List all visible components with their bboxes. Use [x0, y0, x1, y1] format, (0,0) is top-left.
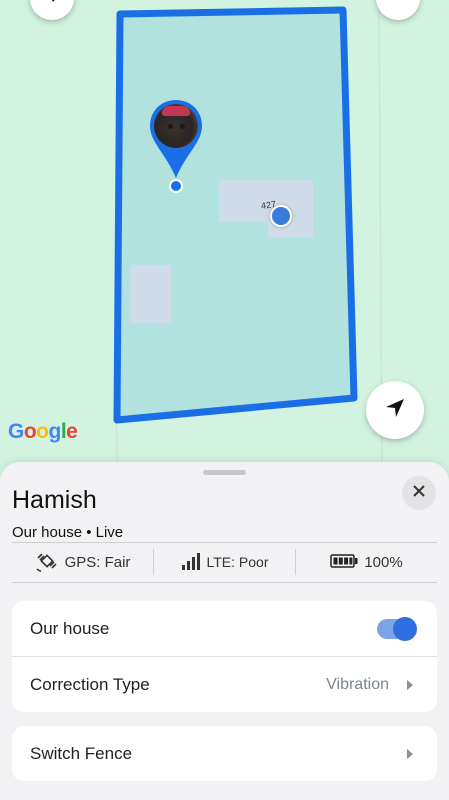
map-view[interactable]: 427 Google [0, 0, 449, 480]
signal-bars-icon [181, 552, 201, 573]
pet-name-title: Hamish [12, 486, 97, 514]
lte-status-label: LTE: Poor [206, 554, 269, 570]
chevron-right-icon [407, 679, 413, 690]
correction-type-value-group: Vibration [326, 676, 413, 694]
gps-status-label: GPS: Fair [64, 553, 131, 571]
fence-name-label: Our house [30, 618, 110, 638]
navigation-arrow-icon [384, 397, 406, 424]
pet-details-sheet: Hamish Our house • Live GPS: Fair LTE: P… [0, 462, 449, 800]
sheet-drag-handle[interactable] [203, 470, 246, 475]
pet-avatar [154, 104, 198, 148]
fence-settings-card: Our house Correction Type Vibration [12, 601, 437, 712]
pet-location-pin[interactable] [148, 98, 204, 194]
switch-fence-card: Switch Fence [12, 726, 437, 781]
switch-fence-row[interactable]: Switch Fence [12, 726, 437, 781]
close-button[interactable] [402, 476, 436, 510]
satellite-icon [35, 549, 59, 576]
toggle-knob [393, 616, 417, 641]
fence-toggle[interactable] [377, 616, 417, 641]
switch-fence-label: Switch Fence [30, 743, 133, 763]
lte-status: LTE: Poor [153, 549, 295, 575]
correction-type-row[interactable]: Correction Type Vibration [12, 656, 437, 712]
back-icon [45, 0, 59, 8]
correction-type-label: Correction Type [30, 674, 150, 694]
switch-fence-chevron-group [407, 748, 413, 759]
user-location-icon [270, 205, 292, 227]
location-status-subtitle: Our house • Live [12, 524, 124, 541]
battery-level-label: 100% [364, 553, 403, 571]
google-logo: Google [8, 420, 78, 443]
divider [12, 582, 437, 583]
building-shape [130, 265, 171, 323]
battery-status: 100% [295, 549, 437, 575]
layers-icon [389, 0, 407, 8]
gps-status: GPS: Fair [12, 543, 153, 581]
correction-type-value: Vibration [326, 675, 389, 693]
battery-icon [330, 553, 358, 571]
chevron-right-icon [407, 748, 413, 759]
recenter-button[interactable] [366, 381, 424, 439]
close-icon [413, 484, 425, 502]
fence-toggle-row[interactable]: Our house [12, 601, 437, 656]
device-status-row: GPS: Fair LTE: Poor 100% [12, 543, 437, 581]
